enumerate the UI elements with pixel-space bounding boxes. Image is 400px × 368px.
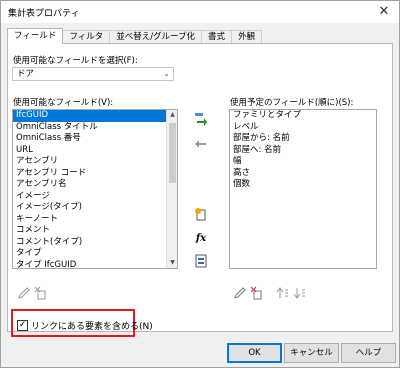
list-item[interactable]: OmniClass タイトル	[13, 122, 177, 134]
combine-parameters-icon[interactable]	[194, 254, 208, 268]
scroll-down-icon[interactable]: ▼	[167, 258, 177, 268]
scheduled-fields-list[interactable]: ファミリとタイプ レベル 部屋から: 名前 部屋へ: 名前 幅 高さ 個数	[229, 109, 377, 269]
edit-icon[interactable]	[17, 286, 31, 300]
list-item[interactable]: イメージ(タイプ)	[13, 202, 177, 214]
list-item[interactable]: 高さ	[230, 168, 376, 180]
move-down-icon[interactable]	[293, 286, 307, 300]
list-item[interactable]: OmniClass 番号	[13, 133, 177, 145]
scroll-up-icon[interactable]: ▲	[167, 110, 177, 120]
tab-formatting[interactable]: 書式	[201, 30, 233, 44]
tab-filter[interactable]: フィルタ	[62, 30, 111, 44]
close-icon[interactable]: ✕	[375, 3, 393, 21]
list-item[interactable]: レベル	[230, 122, 376, 134]
select-from-label: 使用可能なフィールドを選択(F):	[13, 56, 138, 66]
add-field-icon[interactable]	[194, 112, 208, 126]
list-item[interactable]: URL	[13, 145, 177, 157]
tab-fields[interactable]: フィールド	[7, 28, 64, 44]
scroll-thumb[interactable]	[169, 123, 176, 183]
list-item[interactable]: 幅	[230, 156, 376, 168]
new-parameter-icon[interactable]	[194, 207, 208, 221]
remove-field-icon[interactable]	[194, 137, 208, 151]
scheduled-fields-label: 使用予定のフィールド(順に)(S):	[230, 98, 354, 108]
include-linked-label: リンクにある要素を含める(N)	[31, 322, 153, 332]
available-fields-label: 使用可能なフィールド(V):	[13, 98, 114, 108]
title-bar: 集計表プロパティ ✕	[1, 1, 399, 23]
list-item[interactable]: アセンブリ コード	[13, 168, 177, 180]
dialog-title: 集計表プロパティ	[8, 9, 80, 19]
available-fields-scrollbar[interactable]: ▲ ▼	[166, 110, 177, 268]
available-fields-list[interactable]: IfcGUID OmniClass タイトル OmniClass 番号 URL …	[12, 109, 178, 269]
tab-sorting-grouping[interactable]: 並べ替え/グループ化	[109, 30, 203, 44]
fx-icon[interactable]: fx	[194, 231, 208, 245]
list-item[interactable]: ファミリとタイプ	[230, 110, 376, 122]
include-linked-row[interactable]: ✓ リンクにある要素を含める(N)	[17, 319, 153, 332]
include-linked-checkbox[interactable]: ✓	[17, 320, 28, 331]
list-item[interactable]: コメント(タイプ)	[13, 237, 177, 249]
list-item[interactable]: アセンブリ	[13, 156, 177, 168]
chevron-down-icon: ⌄	[163, 69, 170, 78]
tab-strip: フィールド フィルタ 並べ替え/グループ化 書式 外観	[7, 28, 263, 44]
list-item[interactable]: 個数	[230, 179, 376, 191]
list-item[interactable]: IfcGUID	[13, 110, 177, 122]
list-item[interactable]: 部屋へ: 名前	[230, 145, 376, 157]
select-from-dropdown[interactable]: ドア ⌄	[12, 67, 174, 81]
select-from-value: ドア	[17, 69, 35, 79]
delete-icon[interactable]	[250, 286, 264, 300]
list-item[interactable]: タイプ	[13, 248, 177, 260]
list-item[interactable]: タイプ IfcGUID	[13, 260, 177, 269]
ok-button[interactable]: OK	[227, 343, 282, 363]
help-button[interactable]: ヘルプ	[341, 343, 396, 363]
list-item[interactable]: 部屋から: 名前	[230, 133, 376, 145]
list-item[interactable]: キーノート	[13, 214, 177, 226]
tab-appearance[interactable]: 外観	[231, 30, 263, 44]
delete-icon[interactable]	[34, 286, 48, 300]
schedule-properties-dialog: 集計表プロパティ ✕ フィールド フィルタ 並べ替え/グループ化 書式 外観 使…	[0, 0, 400, 368]
cancel-button[interactable]: キャンセル	[284, 343, 339, 363]
list-item[interactable]: アセンブリ名	[13, 179, 177, 191]
move-up-icon[interactable]	[276, 286, 290, 300]
edit-icon[interactable]	[233, 286, 247, 300]
list-item[interactable]: コメント	[13, 225, 177, 237]
list-item[interactable]: イメージ	[13, 191, 177, 203]
